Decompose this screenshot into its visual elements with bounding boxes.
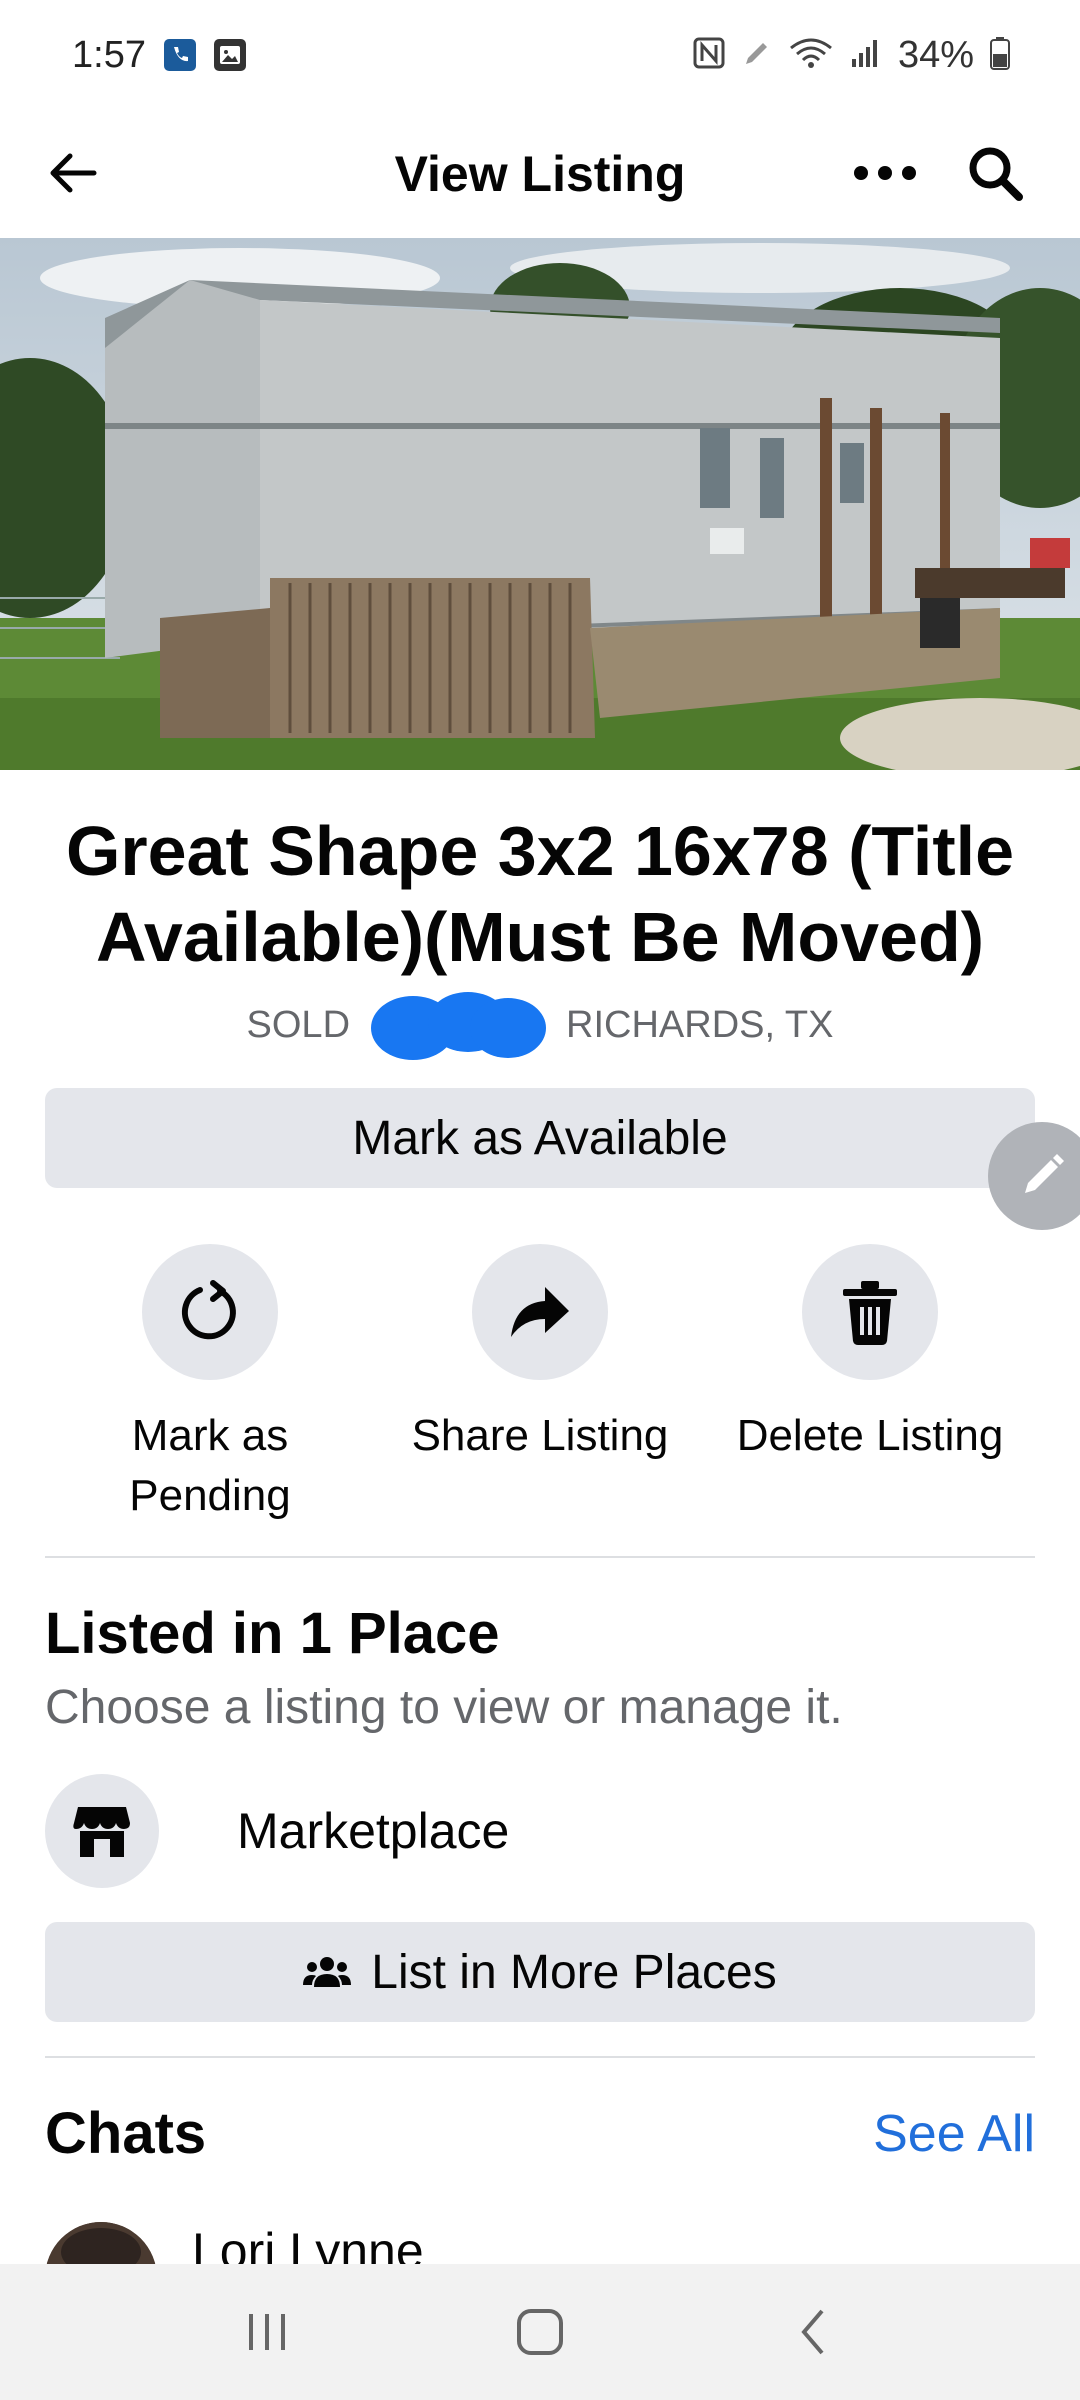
signal-icon [850,37,882,74]
redaction-scribble [371,992,547,1060]
listing-meta: SOLD RICHARDS, TX [0,990,1080,1060]
chats-heading: Chats [45,2101,207,2166]
see-all-link[interactable]: See All [873,2104,1035,2164]
more-options-button[interactable] [850,140,920,206]
status-time: 1:57 [72,33,146,76]
search-icon [969,147,1023,201]
nfc-icon [692,36,726,75]
action-label: Delete Listing [736,1411,1004,1460]
back-button[interactable] [40,140,106,206]
status-bar: 1:57 34% [0,0,1080,110]
place-item-marketplace[interactable]: Marketplace [45,1774,1035,1888]
search-button[interactable] [960,140,1030,206]
pencil-icon [1025,1154,1064,1193]
status-right: 34% [692,34,1010,77]
listed-in-subtitle: Choose a listing to view or manage it. [45,1681,843,1734]
action-label: Share Listing [411,1411,669,1460]
delete-listing-action[interactable]: Delete Listing [720,1244,1020,1466]
mark-as-pending-action[interactable]: Mark as Pending [60,1244,360,1526]
edit-button[interactable] [988,1122,1080,1230]
arrow-left-icon [50,153,97,193]
listing-title: Great Shape 3x2 16x78 (Title Available)(… [65,812,1015,976]
status-left: 1:57 [72,34,246,77]
chevron-left-icon [801,2309,824,2355]
list-in-more-places-button[interactable]: List in More Places [45,1922,1035,2022]
action-circle[interactable] [472,1244,608,1380]
home-icon [516,2309,563,2355]
listed-in-heading: Listed in 1 Place [45,1601,500,1666]
divider [45,1556,1035,1558]
storefront-icon [45,1774,159,1888]
listing-status: SOLD [246,1003,351,1046]
divider [45,2056,1035,2058]
people-icon [303,1957,352,1987]
wifi-icon [788,36,834,75]
list-more-label: List in More Places [371,1945,777,1999]
app-header: View Listing [0,110,1080,238]
phone-app-icon [163,39,196,71]
listing-photo[interactable] [0,238,1080,770]
recent-apps-icon [248,2314,285,2350]
gallery-icon [213,39,246,71]
share-listing-action[interactable]: Share Listing [390,1244,690,1466]
action-label: Mark as Pending [129,1411,291,1520]
place-label: Marketplace [237,1803,510,1859]
action-circle[interactable] [142,1244,278,1380]
home-button[interactable] [480,2282,600,2382]
pen-icon [742,38,772,73]
mark-as-available-button[interactable]: Mark as Available [45,1088,1035,1188]
trash-icon [843,1281,897,1345]
more-dots-icon [854,166,916,180]
action-circle[interactable] [802,1244,938,1380]
system-back-button[interactable] [753,2282,873,2382]
share-arrow-icon [511,1287,569,1337]
system-nav-bar [0,2264,1080,2400]
listing-location: RICHARDS, TX [566,1003,834,1046]
battery-icon [990,36,1010,75]
battery-percent: 34% [897,33,974,76]
page-title: View Listing [394,146,686,202]
refresh-icon [181,1280,236,1340]
recent-apps-button[interactable] [207,2282,327,2382]
